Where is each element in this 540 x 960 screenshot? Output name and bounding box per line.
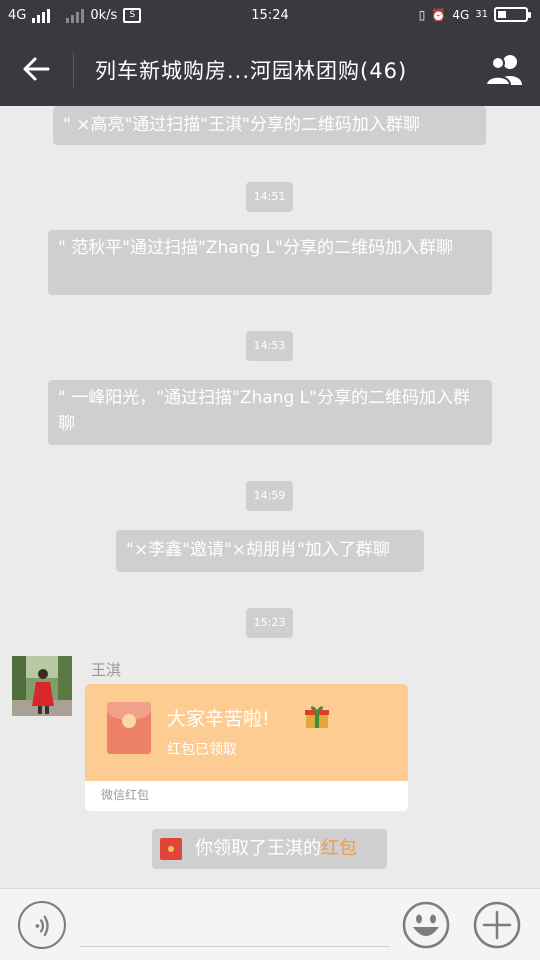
- red-envelope-icon: [107, 702, 151, 754]
- network-type-right: 4G: [452, 7, 470, 22]
- red-packet-body: 大家辛苦啦! 红包已领取: [85, 684, 408, 781]
- chat-header: 列车新城购房...河园林团购(46): [0, 33, 540, 106]
- system-message: " ×高亮"通过扫描"王淇"分享的二维码加入群聊: [53, 106, 486, 145]
- group-members-icon[interactable]: [484, 51, 526, 87]
- red-packet-footer: 微信红包: [85, 781, 408, 811]
- system-message: " 一峰阳光，"通过扫描"Zhang L"分享的二维码加入群聊: [48, 380, 492, 445]
- status-right: ▯ ⏰ 4G 31: [418, 7, 531, 22]
- system-message-text: " ×高亮"通过扫描"王淇"分享的二维码加入群聊: [63, 115, 420, 135]
- system-message-text: "×李鑫"邀请"×胡朋肖"加入了群聊: [126, 540, 390, 560]
- avatar[interactable]: [12, 656, 72, 716]
- message-input[interactable]: [79, 903, 390, 947]
- header-divider: [73, 53, 74, 87]
- sender-name: 王淇: [91, 661, 122, 679]
- timestamp: 14:53: [246, 331, 293, 361]
- red-packet-status: 红包已领取: [167, 742, 237, 758]
- chat-messages[interactable]: " ×高亮"通过扫描"王淇"分享的二维码加入群聊 14:51 " 范秋平"通过扫…: [0, 106, 540, 888]
- timestamp: 14:59: [246, 481, 293, 511]
- system-message: " 范秋平"通过扫描"Zhang L"分享的二维码加入群聊: [48, 230, 492, 295]
- system-message: "×李鑫"邀请"×胡朋肖"加入了群聊: [116, 530, 424, 572]
- plus-icon[interactable]: [473, 901, 521, 949]
- status-bar: 4G 0k/s S 15:24 ▯ ⏰ 4G 31: [0, 0, 540, 33]
- alarm-icon: ⏰: [431, 7, 447, 22]
- back-arrow-icon[interactable]: [20, 53, 52, 85]
- voice-icon[interactable]: [18, 901, 66, 949]
- chat-title: 列车新城购房...河园林团购(46): [95, 59, 408, 83]
- input-bar: [0, 888, 540, 960]
- emoji-icon[interactable]: [402, 901, 450, 949]
- timestamp: 14:51: [246, 182, 293, 212]
- system-message-text: " 一峰阳光，"通过扫描"Zhang L"分享的二维码加入群聊: [58, 388, 470, 434]
- red-packet-small-icon: [160, 838, 182, 860]
- red-packet-received-notice: 你领取了王淇的红包: [152, 829, 387, 869]
- gift-box-icon: [305, 706, 329, 728]
- notice-text: 你领取了王淇的: [195, 838, 321, 859]
- red-packet-message[interactable]: 大家辛苦啦! 红包已领取 微信红包: [85, 684, 408, 811]
- battery-percent: 31: [475, 9, 488, 20]
- notice-link[interactable]: 红包: [321, 838, 357, 859]
- red-packet-title: 大家辛苦啦!: [167, 708, 270, 730]
- battery-icon: [494, 7, 531, 22]
- timestamp: 15:23: [246, 608, 293, 638]
- vibrate-icon: ▯: [418, 7, 426, 22]
- system-message-text: " 范秋平"通过扫描"Zhang L"分享的二维码加入群聊: [58, 238, 453, 258]
